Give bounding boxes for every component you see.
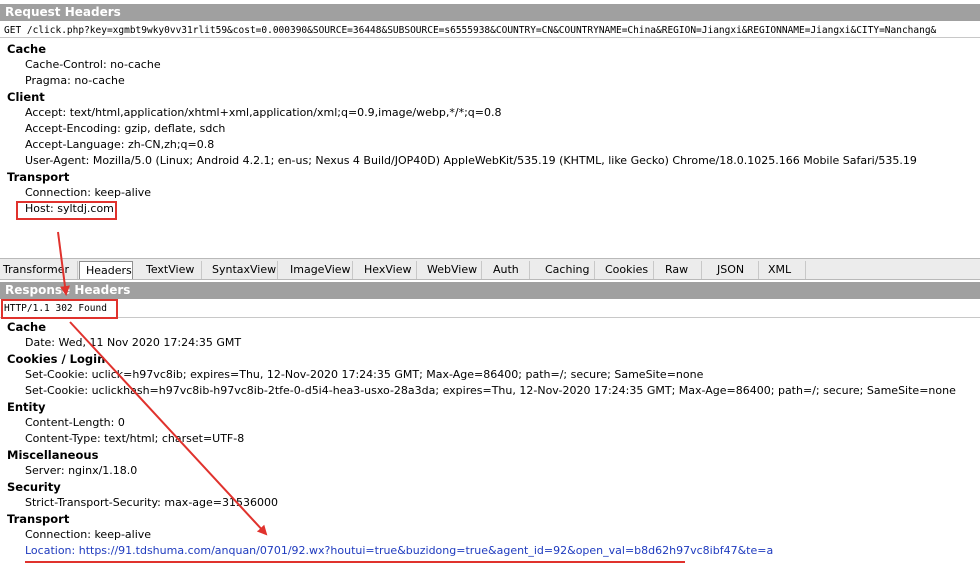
request-header-pragma[interactable]: Pragma: no-cache bbox=[25, 73, 125, 89]
tab-transformer[interactable]: Transformer bbox=[0, 261, 78, 279]
request-group-transport[interactable]: Transport bbox=[7, 169, 69, 185]
tab-json[interactable]: JSON bbox=[711, 261, 759, 279]
inspector-tab-bar: Transformer Headers TextView SyntaxView … bbox=[0, 258, 980, 280]
response-header-set-cookie-uclick[interactable]: Set-Cookie: uclick=h97vc8ib; expires=Thu… bbox=[25, 367, 703, 383]
tab-caching[interactable]: Caching bbox=[539, 261, 595, 279]
request-header-accept[interactable]: Accept: text/html,application/xhtml+xml,… bbox=[25, 105, 501, 121]
request-header-connection[interactable]: Connection: keep-alive bbox=[25, 185, 151, 201]
tab-cookies[interactable]: Cookies bbox=[599, 261, 654, 279]
response-header-content-length[interactable]: Content-Length: 0 bbox=[25, 415, 125, 431]
tab-raw[interactable]: Raw bbox=[659, 261, 702, 279]
request-header-accept-language[interactable]: Accept-Language: zh-CN,zh;q=0.8 bbox=[25, 137, 214, 153]
response-header-server[interactable]: Server: nginx/1.18.0 bbox=[25, 463, 137, 479]
response-group-entity[interactable]: Entity bbox=[7, 399, 45, 415]
response-header-date[interactable]: Date: Wed, 11 Nov 2020 17:24:35 GMT bbox=[25, 335, 241, 351]
request-group-cache[interactable]: Cache bbox=[7, 41, 46, 57]
response-group-transport[interactable]: Transport bbox=[7, 511, 69, 527]
tab-hexview[interactable]: HexView bbox=[358, 261, 417, 279]
request-header-user-agent[interactable]: User-Agent: Mozilla/5.0 (Linux; Android … bbox=[25, 153, 917, 169]
response-group-miscellaneous[interactable]: Miscellaneous bbox=[7, 447, 98, 463]
response-header-connection[interactable]: Connection: keep-alive bbox=[25, 527, 151, 543]
response-status-line[interactable]: HTTP/1.1 302 Found bbox=[0, 300, 980, 318]
tab-syntaxview[interactable]: SyntaxView bbox=[206, 261, 278, 279]
response-header-location[interactable]: Location: https://91.tdshuma.com/anquan/… bbox=[25, 543, 773, 559]
request-header-host[interactable]: Host: syltdj.com bbox=[25, 201, 114, 217]
location-underline bbox=[25, 561, 685, 563]
request-header-cache-control[interactable]: Cache-Control: no-cache bbox=[25, 57, 161, 73]
response-group-security[interactable]: Security bbox=[7, 479, 61, 495]
response-header-content-type[interactable]: Content-Type: text/html; charset=UTF-8 bbox=[25, 431, 244, 447]
request-header-accept-encoding[interactable]: Accept-Encoding: gzip, deflate, sdch bbox=[25, 121, 225, 137]
response-header-set-cookie-uclickhash[interactable]: Set-Cookie: uclickhash=h97vc8ib-h97vc8ib… bbox=[25, 383, 956, 399]
response-group-cache[interactable]: Cache bbox=[7, 319, 46, 335]
tab-xml[interactable]: XML bbox=[762, 261, 806, 279]
request-line[interactable]: GET /click.php?key=xgmbt9wky0vv31rlit59&… bbox=[0, 23, 980, 38]
request-group-client[interactable]: Client bbox=[7, 89, 45, 105]
response-header-strict-transport-security[interactable]: Strict-Transport-Security: max-age=31536… bbox=[25, 495, 278, 511]
tab-auth[interactable]: Auth bbox=[487, 261, 530, 279]
response-group-cookies-login[interactable]: Cookies / Login bbox=[7, 351, 105, 367]
response-headers-title: Response Headers bbox=[0, 282, 980, 299]
request-headers-title: Request Headers bbox=[0, 4, 980, 21]
tab-headers[interactable]: Headers bbox=[79, 261, 133, 279]
tab-imageview[interactable]: ImageView bbox=[284, 261, 353, 279]
tab-webview[interactable]: WebView bbox=[421, 261, 482, 279]
tab-textview[interactable]: TextView bbox=[140, 261, 202, 279]
